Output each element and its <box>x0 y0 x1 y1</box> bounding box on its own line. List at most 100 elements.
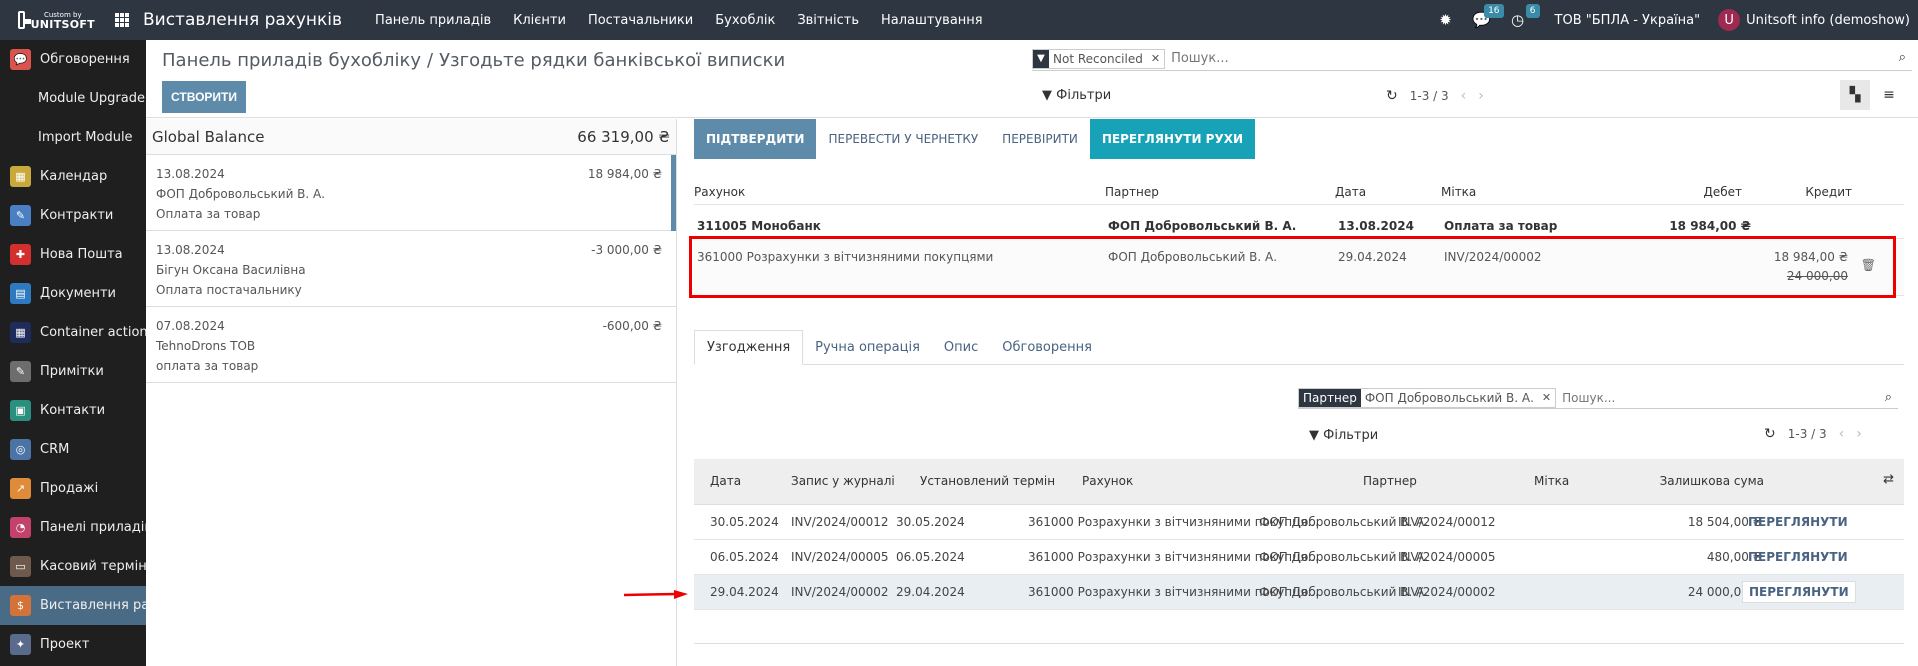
sidebar-item[interactable]: ▤ Документи <box>0 274 146 313</box>
filters-toggle[interactable]: ▼ Фільтри <box>1042 88 1111 103</box>
sub-refresh-icon[interactable]: ↻ <box>1764 426 1776 442</box>
cell-label: INV/2024/00005 <box>1398 550 1496 564</box>
pager-value[interactable]: 1-3 / 3 <box>1410 89 1449 103</box>
sidebar-item[interactable]: ▦ Календар <box>0 157 146 196</box>
sidebar-item[interactable]: 💬 Обговорення <box>0 40 146 79</box>
contacts-icon: ▣ <box>10 400 31 421</box>
statement-line-date: 13.08.2024 <box>156 243 225 257</box>
search-bar: ▼ Not Reconciled ✕ ⌕ <box>1032 47 1912 71</box>
breadcrumb: Панель приладів бухобліку / Узгодьте рядки… <box>162 50 785 71</box>
tab[interactable]: Опис <box>932 330 990 364</box>
pager: ↻ 1-3 / 3 ‹ › <box>1386 88 1484 104</box>
nav-menu-item[interactable]: Клієнти <box>502 13 577 28</box>
search-input[interactable] <box>1171 51 1912 66</box>
kanban-view-icon[interactable]: ▚ <box>1840 80 1870 110</box>
view-button[interactable]: ПЕРЕГЛЯНУТИ <box>1742 511 1854 533</box>
sidebar-item[interactable]: ▭ Касовий термін... <box>0 547 146 586</box>
crm-icon: ◎ <box>10 439 31 460</box>
nav-menu-item[interactable]: Панель приладів <box>364 13 502 28</box>
partner-search-icon[interactable]: ⌕ <box>1885 390 1892 405</box>
sub-filters-toggle[interactable]: ▼ Фільтри <box>1309 428 1378 443</box>
sidebar-item-label: Примітки <box>40 364 104 379</box>
statement-line[interactable]: 13.08.2024 ФОП Добровольський В. А. Оплата… <box>146 155 676 231</box>
filter-icon: ▼ <box>1042 88 1052 103</box>
col-label[interactable]: Мітка <box>1534 474 1569 488</box>
user-avatar[interactable]: U <box>1718 9 1741 31</box>
to-draft-button[interactable]: ПЕРЕВЕСТИ У ЧЕРНЕТКУ <box>816 119 990 159</box>
sales-icon: ↗ <box>10 478 31 499</box>
sidebar-item[interactable]: ↗ Продажі <box>0 469 146 508</box>
partner-search-input[interactable] <box>1562 390 1898 405</box>
sidebar-item[interactable]: Import Module <box>0 118 146 157</box>
global-balance-header: Global Balance 66 319,00 ₴ <box>146 119 676 155</box>
table-row[interactable]: 30.05.2024 INV/2024/00012 30.05.2024 361000… <box>694 505 1904 540</box>
partner-facet-label: Партнер <box>1299 388 1361 407</box>
app-sidebar: 💬 Обговорення Module Upgrade Import Module ▦… <box>0 40 146 666</box>
tab[interactable]: Ручна операція <box>803 330 932 364</box>
check-button[interactable]: ПЕРЕВІРИТИ <box>990 119 1090 159</box>
sub-pager-prev-icon[interactable]: ‹ <box>1839 426 1845 442</box>
nav-menu-item[interactable]: Бухоблік <box>704 13 786 28</box>
list-view-icon[interactable]: ≡ <box>1874 80 1904 110</box>
view-moves-button[interactable]: ПЕРЕГЛЯНУТИ РУХИ <box>1089 119 1256 159</box>
breadcrumb-parent[interactable]: Панель приладів бухобліку <box>162 50 421 71</box>
nav-menu-item[interactable]: Звітність <box>786 13 870 28</box>
create-button[interactable]: СТВОРИТИ <box>162 81 246 113</box>
col-residual[interactable]: Залишкова сума <box>1660 474 1764 488</box>
activities-clock-icon[interactable]: ◷ 6 <box>1507 4 1540 31</box>
user-menu[interactable]: Unitsoft info (demoshow) <box>1746 13 1910 28</box>
statement-line[interactable]: 07.08.2024 TehnoDrons ТОВ оплата за товар -… <box>146 307 676 383</box>
search-icon[interactable]: ⌕ <box>1899 50 1906 65</box>
facet-remove-icon[interactable]: ✕ <box>1147 50 1164 68</box>
sidebar-item[interactable]: Module Upgrade <box>0 79 146 118</box>
sub-filter-icon: ▼ <box>1309 428 1319 443</box>
statement-line-label: Оплата за товар <box>156 207 261 221</box>
tab[interactable]: Узгодження <box>694 330 804 365</box>
sidebar-item[interactable]: ◔ Панелі приладів <box>0 508 146 547</box>
table-row[interactable]: 06.05.2024 INV/2024/00005 06.05.2024 361000… <box>694 540 1904 575</box>
col-account[interactable]: Рахунок <box>1082 474 1133 488</box>
company-logo[interactable]: Custom by UNITSOFT <box>0 0 95 40</box>
view-button[interactable]: ПЕРЕГЛЯНУТИ <box>1742 546 1854 568</box>
sidebar-item[interactable]: ◎ CRM <box>0 430 146 469</box>
filter-funnel-icon: ▼ <box>1033 49 1049 68</box>
messages-icon[interactable]: 💬 16 <box>1471 4 1504 31</box>
sidebar-item[interactable]: ✚ Нова Пошта <box>0 235 146 274</box>
pager-next-icon[interactable]: › <box>1478 88 1484 104</box>
bank-line-debit: 18 984,00 ₴ <box>1669 219 1751 233</box>
refresh-icon[interactable]: ↻ <box>1386 88 1398 104</box>
top-navbar: Custom by UNITSOFT Виставлення рахунків … <box>0 0 1918 40</box>
view-button[interactable]: ПЕРЕГЛЯНУТИ <box>1742 581 1856 603</box>
container-icon: ▦ <box>10 322 31 343</box>
sidebar-item[interactable]: ✦ Проект <box>0 625 146 664</box>
sidebar-item[interactable]: ▦ Container actions <box>0 313 146 352</box>
statement-line-label: оплата за товар <box>156 359 259 373</box>
sub-pager-next-icon[interactable]: › <box>1856 426 1862 442</box>
col-date[interactable]: Дата <box>710 474 741 488</box>
table-row[interactable]: 29.04.2024 INV/2024/00002 29.04.2024 361000… <box>694 575 1904 610</box>
pager-prev-icon[interactable]: ‹ <box>1461 88 1467 104</box>
sidebar-item[interactable]: ✎ Контракти <box>0 196 146 235</box>
cell-date: 30.05.2024 <box>710 515 779 529</box>
apps-menu-icon[interactable] <box>115 13 129 27</box>
company-switcher[interactable]: ТОВ "БПЛА - Україна" <box>1555 13 1701 28</box>
validate-button[interactable]: ПІДТВЕРДИТИ <box>694 119 817 159</box>
statement-line[interactable]: 13.08.2024 Бігун Оксана Василівна Оплата п… <box>146 231 676 307</box>
sidebar-item[interactable]: $ Виставлення ра... <box>0 586 146 625</box>
optional-columns-icon[interactable]: ⇄ <box>1883 472 1894 487</box>
tab[interactable]: Обговорення <box>990 330 1104 364</box>
partner-facet-remove-icon[interactable]: ✕ <box>1538 389 1555 407</box>
col-partner[interactable]: Партнер <box>1363 474 1417 488</box>
debug-bug-icon[interactable]: ✹ <box>1435 9 1457 31</box>
sub-pager-value[interactable]: 1-3 / 3 <box>1788 427 1827 441</box>
nav-menu-item[interactable]: Постачальники <box>577 13 704 28</box>
cell-journal: INV/2024/00012 <box>791 515 889 529</box>
sidebar-item[interactable]: ▣ Контакти <box>0 391 146 430</box>
sidebar-item[interactable]: ✎ Примітки <box>0 352 146 391</box>
col-journal[interactable]: Запис у журналі <box>791 474 895 488</box>
app-title[interactable]: Виставлення рахунків <box>143 10 342 30</box>
col-due[interactable]: Установлений термін <box>920 474 1055 488</box>
header-partner: Партнер <box>1105 185 1159 199</box>
sidebar-item-label: Календар <box>40 169 108 184</box>
nav-menu-item[interactable]: Налаштування <box>870 13 994 28</box>
